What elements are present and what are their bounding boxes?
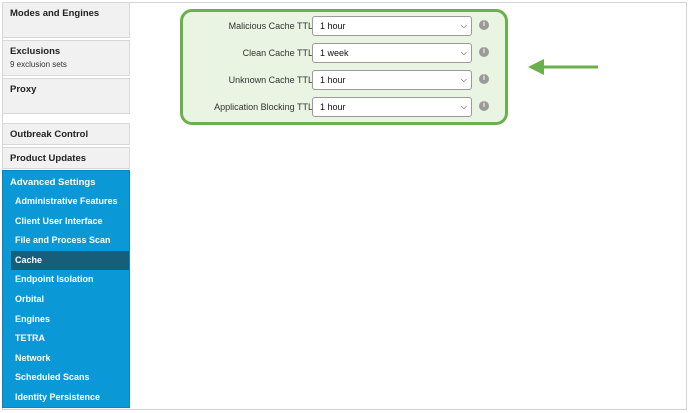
sidebar: Modes and Engines Exclusions 9 exclusion… bbox=[2, 2, 130, 408]
select-value: 1 week bbox=[320, 48, 349, 58]
select-value: 1 hour bbox=[320, 21, 346, 31]
sidebar-item-endpoint-isolation[interactable]: Endpoint Isolation bbox=[3, 270, 129, 290]
sidebar-item-label: Modes and Engines bbox=[10, 8, 100, 19]
sidebar-item-outbreak-control[interactable]: Outbreak Control bbox=[2, 123, 130, 145]
chevron-down-icon: ⌵ bbox=[460, 102, 467, 111]
sidebar-item-orbital[interactable]: Orbital bbox=[3, 290, 129, 310]
application-blocking-ttl-select[interactable]: 1 hour ⌵ bbox=[312, 97, 472, 117]
chevron-down-icon: ⌵ bbox=[460, 75, 467, 84]
sidebar-item-identity-persistence[interactable]: Identity Persistence bbox=[3, 388, 129, 408]
sidebar-item-label: Product Updates bbox=[10, 153, 87, 164]
unknown-cache-ttl-label: Unknown Cache TTL bbox=[228, 75, 313, 85]
malicious-cache-ttl-label: Malicious Cache TTL bbox=[228, 21, 313, 31]
malicious-cache-ttl-row: Malicious Cache TTL 1 hour ⌵ i bbox=[183, 16, 505, 36]
clean-cache-ttl-select[interactable]: 1 week ⌵ bbox=[312, 43, 472, 63]
sidebar-item-product-updates[interactable]: Product Updates bbox=[2, 147, 130, 169]
info-icon[interactable]: i bbox=[479, 101, 489, 111]
sidebar-item-proxy[interactable]: Proxy bbox=[2, 78, 130, 114]
application-blocking-ttl-label: Application Blocking TTL bbox=[214, 102, 313, 112]
sidebar-item-label: Exclusions bbox=[10, 46, 61, 57]
info-icon[interactable]: i bbox=[479, 20, 489, 30]
exclusions-count: 9 exclusion sets bbox=[10, 60, 67, 69]
info-icon[interactable]: i bbox=[479, 47, 489, 57]
sidebar-item-label: Outbreak Control bbox=[10, 129, 89, 140]
unknown-cache-ttl-row: Unknown Cache TTL 1 hour ⌵ i bbox=[183, 70, 505, 90]
chevron-down-icon: ⌵ bbox=[460, 21, 467, 30]
malicious-cache-ttl-select[interactable]: 1 hour ⌵ bbox=[312, 16, 472, 36]
sidebar-item-modes-and-engines[interactable]: Modes and Engines bbox=[2, 2, 130, 38]
application-blocking-ttl-row: Application Blocking TTL 1 hour ⌵ i bbox=[183, 97, 505, 117]
sidebar-item-engines[interactable]: Engines bbox=[3, 310, 129, 330]
select-value: 1 hour bbox=[320, 102, 346, 112]
info-icon[interactable]: i bbox=[479, 74, 489, 84]
advanced-settings-list: Administrative Features Client User Inte… bbox=[3, 192, 129, 408]
sidebar-item-exclusions[interactable]: Exclusions 9 exclusion sets bbox=[2, 40, 130, 76]
sidebar-item-client-user-interface[interactable]: Client User Interface bbox=[3, 212, 129, 232]
sidebar-item-scheduled-scans[interactable]: Scheduled Scans bbox=[3, 368, 129, 388]
sidebar-section-title[interactable]: Advanced Settings bbox=[3, 171, 129, 192]
sidebar-item-network[interactable]: Network bbox=[3, 349, 129, 369]
clean-cache-ttl-label: Clean Cache TTL bbox=[242, 48, 313, 58]
sidebar-section-advanced-settings: Advanced Settings Administrative Feature… bbox=[2, 170, 130, 408]
cache-settings-panel: Malicious Cache TTL 1 hour ⌵ i Clean Cac… bbox=[180, 9, 508, 125]
sidebar-item-administrative-features[interactable]: Administrative Features bbox=[3, 192, 129, 212]
sidebar-item-cache[interactable]: Cache bbox=[11, 250, 129, 271]
chevron-down-icon: ⌵ bbox=[460, 48, 467, 57]
unknown-cache-ttl-select[interactable]: 1 hour ⌵ bbox=[312, 70, 472, 90]
select-value: 1 hour bbox=[320, 75, 346, 85]
sidebar-item-file-and-process-scan[interactable]: File and Process Scan bbox=[3, 231, 129, 251]
sidebar-item-tetra[interactable]: TETRA bbox=[3, 329, 129, 349]
sidebar-item-label: Proxy bbox=[10, 84, 37, 95]
clean-cache-ttl-row: Clean Cache TTL 1 week ⌵ i bbox=[183, 43, 505, 63]
arrow-left-icon bbox=[528, 59, 598, 75]
